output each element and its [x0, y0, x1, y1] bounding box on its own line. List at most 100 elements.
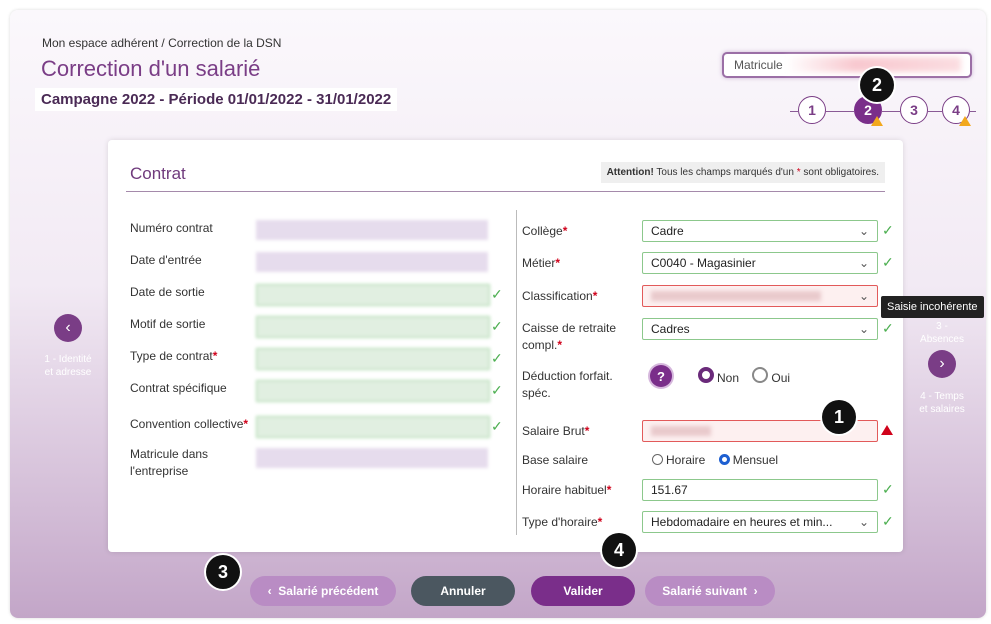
matricule-label: Matricule: [734, 58, 783, 72]
cancel-button[interactable]: Annuler: [411, 576, 515, 606]
date-sortie-field[interactable]: [256, 284, 490, 306]
metier-select[interactable]: C0040 - Magasinier ⌄: [642, 252, 878, 274]
callout-4: 4: [602, 533, 636, 567]
salaire-value-redacted: [651, 426, 711, 436]
metier-value: C0040 - Magasinier: [651, 256, 756, 270]
help-icon[interactable]: ?: [650, 365, 672, 387]
deduction-line1: Déduction forfait.: [522, 369, 613, 383]
app-window: Mon espace adhérent / Correction de la D…: [10, 10, 986, 618]
base-salaire-label: Base salaire: [522, 453, 589, 467]
deduction-label: Déduction forfait. spéc.: [522, 368, 613, 402]
horaire-habituel-value: 151.67: [651, 483, 688, 497]
motif-sortie-select[interactable]: [256, 316, 490, 338]
callout-3: 3: [206, 555, 240, 589]
deduction-radio-non[interactable]: Non: [698, 367, 740, 385]
column-divider: [516, 210, 517, 535]
matricule-search-field[interactable]: Matricule: [722, 52, 972, 78]
college-value: Cadre: [651, 224, 684, 238]
type-contrat-label: Type de contrat*: [130, 348, 217, 365]
base-salaire-radio-group: Horaire Mensuel: [652, 452, 778, 469]
validate-label: Valider: [563, 584, 603, 598]
next-section-button[interactable]: ›: [928, 350, 956, 378]
cancel-label: Annuler: [440, 584, 486, 598]
contrat-specifique-select[interactable]: [256, 380, 490, 402]
chevron-right-icon: ›: [747, 584, 758, 598]
type-horaire-value: Hebdomadaire en heures et min...: [651, 515, 833, 529]
chevron-left-icon: ‹: [267, 584, 279, 598]
radio-on-icon: [698, 367, 714, 383]
radio-oui-label: Oui: [771, 371, 791, 385]
motif-sortie-label: Motif de sortie: [130, 317, 206, 331]
radio-horaire-label: Horaire: [666, 453, 706, 467]
caisse-retraite-select[interactable]: Cadres ⌄: [642, 318, 878, 340]
required-star: *: [212, 349, 218, 363]
chevron-down-icon: ⌄: [858, 322, 869, 336]
caisse-retraite-value: Cadres: [651, 322, 690, 336]
validate-button[interactable]: Valider: [531, 576, 635, 606]
page-title: Correction d'un salarié: [41, 56, 261, 81]
campaign-period: Campagne 2022 - Période 01/01/2022 - 31/…: [35, 88, 398, 111]
type-horaire-select[interactable]: Hebdomadaire en heures et min... ⌄: [642, 511, 878, 533]
matricule-entreprise-line2: l'entreprise: [130, 464, 189, 478]
deduction-line2: spéc.: [522, 386, 551, 400]
prev-section-label-line2: et adresse: [44, 367, 92, 378]
valid-check-icon: ✓: [491, 318, 503, 334]
college-label: Collège*: [522, 223, 567, 240]
type-contrat-text: Type de contrat: [130, 349, 213, 363]
stepper-line: [882, 111, 900, 112]
numero-contrat-label: Numéro contrat: [130, 221, 213, 235]
prev-section-label: 1 - Identité et adresse: [28, 353, 108, 379]
date-sortie-label: Date de sortie: [130, 285, 205, 299]
validation-tooltip: Saisie incohérente: [881, 296, 984, 318]
prev-section-button[interactable]: ‹: [54, 314, 82, 342]
radio-off-icon: [652, 454, 663, 465]
breadcrumb[interactable]: Mon espace adhérent / Correction de la D…: [42, 36, 281, 50]
date-entree-field[interactable]: [256, 252, 488, 272]
prev-section-label-line1: 1 - Identité: [44, 354, 92, 365]
error-icon: [881, 425, 893, 435]
matricule-entreprise-field[interactable]: [256, 448, 488, 468]
horaire-habituel-input[interactable]: 151.67: [642, 479, 878, 501]
card-divider: [126, 191, 885, 192]
numero-contrat-field[interactable]: [256, 220, 488, 240]
valid-check-icon: ✓: [491, 350, 503, 366]
absences-label-line2: Absences: [920, 334, 964, 345]
base-radio-mensuel[interactable]: Mensuel: [718, 453, 779, 467]
valid-check-icon: ✓: [882, 254, 894, 270]
valid-check-icon: ✓: [491, 286, 503, 302]
next-employee-button[interactable]: Salarié suivant ›: [645, 576, 775, 606]
radio-non-label: Non: [717, 371, 740, 385]
type-horaire-label: Type d'horaire*: [522, 514, 602, 531]
valid-check-icon: ✓: [882, 481, 894, 497]
warning-icon: [959, 116, 971, 126]
base-radio-horaire[interactable]: Horaire: [652, 453, 705, 467]
deduction-radio-oui[interactable]: Oui: [752, 367, 791, 385]
classification-label: Classification*: [522, 288, 597, 305]
deduction-radio-group: Non Oui: [698, 367, 790, 387]
step-3[interactable]: 3: [900, 96, 928, 124]
required-star: *: [562, 224, 568, 238]
horaire-habituel-label: Horaire habituel*: [522, 482, 611, 499]
convention-collective-label: Convention collective*: [130, 416, 248, 433]
classification-select[interactable]: ⌄: [642, 285, 878, 307]
convention-collective-select[interactable]: [256, 416, 490, 438]
date-entree-label: Date d'entrée: [130, 253, 202, 267]
required-star: *: [597, 515, 603, 529]
required-star: *: [555, 256, 561, 270]
radio-on-icon: [718, 454, 730, 465]
type-contrat-select[interactable]: [256, 348, 490, 370]
valid-check-icon: ✓: [882, 513, 894, 529]
absences-label-line1: 3 -: [936, 321, 948, 332]
college-select[interactable]: Cadre ⌄: [642, 220, 878, 242]
step-1[interactable]: 1: [798, 96, 826, 124]
chevron-down-icon: ⌄: [858, 289, 869, 303]
chevron-down-icon: ⌄: [858, 256, 869, 270]
next-employee-label: Salarié suivant: [662, 584, 748, 598]
required-fields-notice: Attention! Tous les champs marqués d'un …: [600, 162, 885, 183]
radio-mensuel-label: Mensuel: [732, 453, 779, 467]
valid-check-icon: ✓: [491, 418, 503, 434]
classification-value-redacted: [651, 291, 821, 301]
absences-label: 3 - Absences: [912, 320, 972, 346]
previous-employee-button[interactable]: ‹ Salarié précédent: [250, 576, 396, 606]
stepper-line: [790, 111, 798, 112]
